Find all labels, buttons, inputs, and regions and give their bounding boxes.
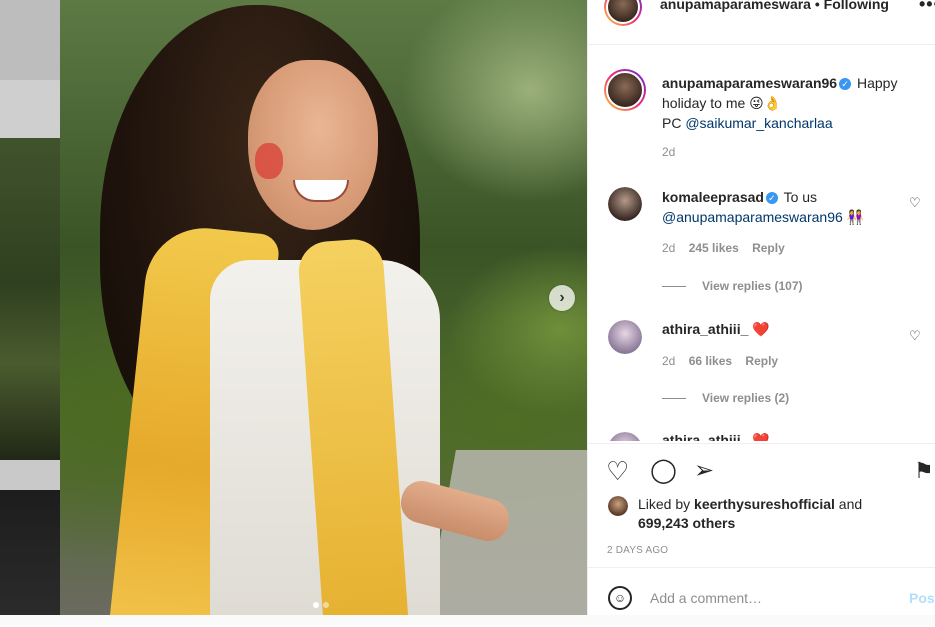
author-avatar[interactable] [604,0,642,26]
add-comment-input[interactable]: Add a comment… [650,590,762,606]
liked-by: Liked by keerthysureshofficial and 699,2… [638,495,862,533]
caption-avatar[interactable] [604,69,646,111]
comment-body: To us [783,189,818,205]
comment-text: komaleeprasad ✓ To us @anupamaparameswara… [662,187,924,227]
emoji-icon[interactable]: ☺ [608,586,632,610]
caption-pc-prefix: PC [662,115,686,131]
liked-others[interactable]: 699,243 others [638,515,735,531]
comment-meta: 2d 66 likes Reply [662,354,778,368]
comment-username[interactable]: athira_athiii_ [662,432,748,441]
comment-text: athira_athiii_ ❤️ [662,319,924,339]
comment-avatar[interactable] [608,432,642,441]
next-photo-button[interactable]: › [549,285,575,311]
view-replies-button[interactable]: View replies (107) [662,279,803,293]
following-button[interactable]: Following [824,0,889,12]
chevron-right-icon: › [559,289,565,306]
post-actions: ♡ ◯ ➢ ⚑ Liked by keerthysureshofficial a… [588,443,935,626]
caption-time: 2d [662,145,676,159]
liked-prefix: Liked by [638,496,695,512]
comment-avatar[interactable] [608,320,642,354]
separator-dot: • [810,0,820,12]
comment-like-heart-icon[interactable]: ♡ [909,195,921,211]
caption-username[interactable]: anupamaparameswaran96 [662,75,837,91]
comment-text: athira_athiii_ ❤️ [662,430,924,441]
comment-emoji: ❤️ [752,432,770,441]
comment-mention[interactable]: @anupamaparameswaran96 [662,209,843,225]
comment-icon[interactable]: ◯ [650,458,677,484]
comment-reply-button[interactable]: Reply [752,241,785,255]
comment-likes[interactable]: 245 likes [689,241,739,255]
comment-emoji: 👭 [846,209,865,225]
verified-badge-icon: ✓ [839,78,852,90]
view-replies-label: View replies (2) [702,391,790,405]
comments-list[interactable]: anupamaparameswaran96 ✓ Happy holiday to … [588,45,935,441]
caption-pc-link[interactable]: @saikumar_kancharlaa [685,115,832,131]
comment-reply-button[interactable]: Reply [745,354,778,368]
caption: anupamaparameswaran96 ✓ Happy holiday to … [662,73,924,133]
post-photo[interactable]: › [60,0,587,615]
share-icon[interactable]: ➢ [694,458,714,484]
comment-like-heart-icon[interactable]: ♡ [909,328,921,344]
view-replies-button[interactable]: View replies (2) [662,391,789,405]
liked-by-user[interactable]: keerthysureshofficial [694,496,835,512]
adjacent-post-preview [0,0,60,625]
comment-time: 2d [662,241,676,255]
page-bottom-edge [0,615,935,625]
post-date[interactable]: 2 DAYS AGO [607,545,668,556]
post-header: anupamaparameswara • Following ••• [588,0,935,45]
comment-time: 2d [662,354,676,368]
comment-meta: 2d 245 likes Reply [662,241,785,255]
liked-by-avatar[interactable] [608,496,628,516]
save-icon[interactable]: ⚑ [914,458,934,484]
author-username[interactable]: anupamaparameswara [660,0,811,12]
verified-badge-icon: ✓ [765,192,778,204]
comment-username[interactable]: athira_athiii_ [662,321,748,337]
post-comment-button[interactable]: Post [909,590,935,606]
comment-emoji: ❤️ [752,321,770,337]
liked-and: and [834,496,863,512]
more-options-icon[interactable]: ••• [919,0,935,15]
post-side-panel: anupamaparameswara • Following ••• anupa… [587,0,935,625]
comment-username[interactable]: komaleeprasad [662,189,764,205]
carousel-indicator [313,602,329,608]
view-replies-label: View replies (107) [702,279,803,293]
comment-likes[interactable]: 66 likes [689,354,732,368]
comment-avatar[interactable] [608,187,642,221]
like-heart-icon[interactable]: ♡ [606,458,629,484]
